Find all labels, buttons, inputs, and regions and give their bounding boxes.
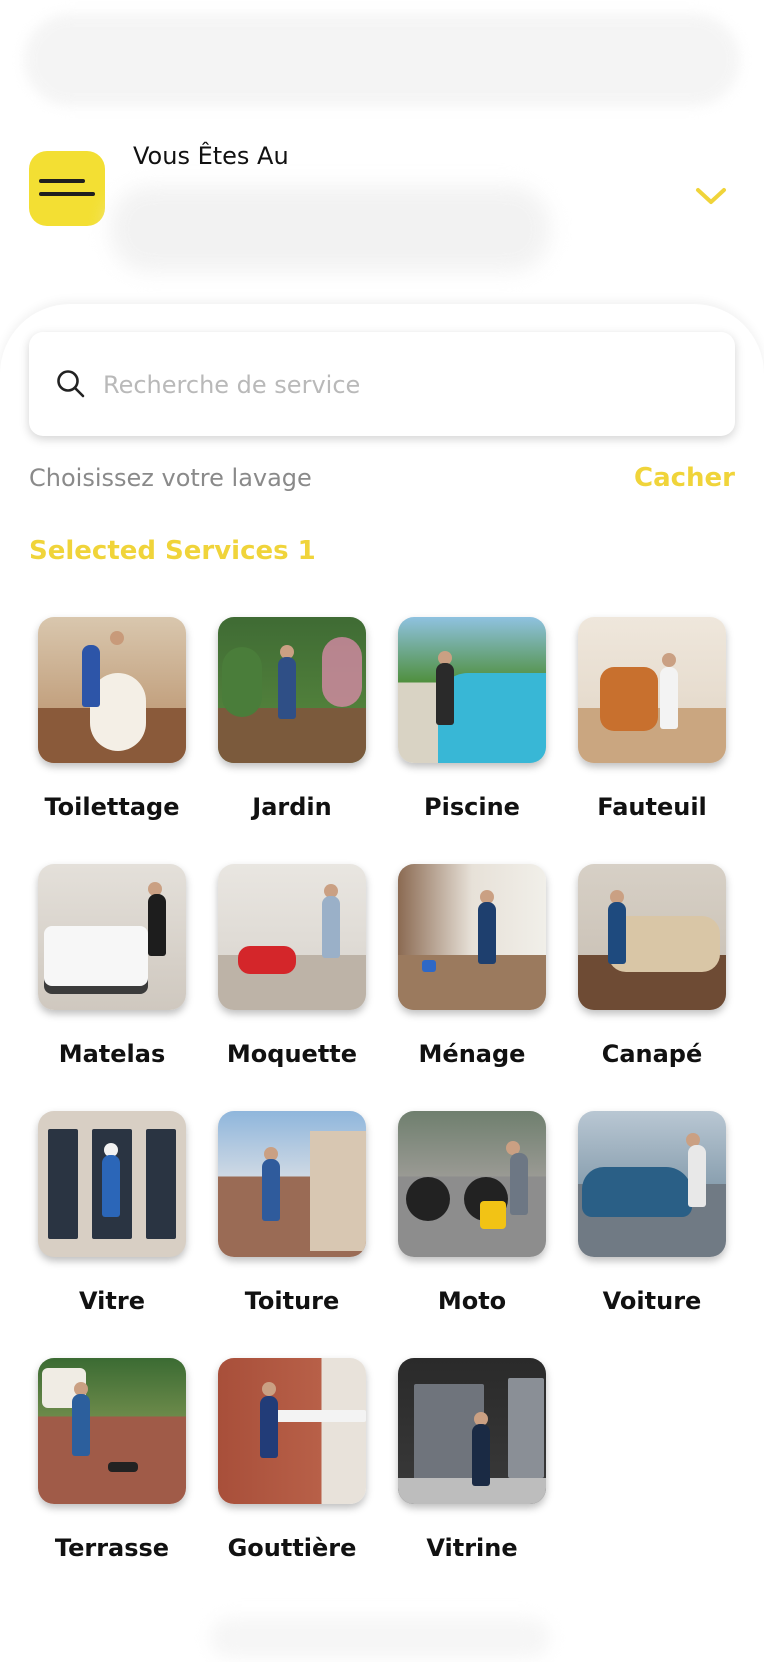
- service-label: Moquette: [226, 1040, 358, 1068]
- mattress-photo: [38, 864, 186, 1010]
- service-tile-vitre[interactable]: Vitre: [21, 1111, 201, 1358]
- service-label: Ménage: [418, 1040, 526, 1068]
- service-label: Vitre: [79, 1287, 145, 1315]
- service-tile-fauteuil[interactable]: Fauteuil: [561, 617, 741, 864]
- service-tile-toiture[interactable]: Toiture: [201, 1111, 381, 1358]
- service-tile-menage[interactable]: Ménage: [381, 864, 561, 1111]
- service-tile-moquette[interactable]: Moquette: [201, 864, 381, 1111]
- service-label: Terrasse: [54, 1534, 170, 1562]
- service-label: Jardin: [252, 793, 332, 821]
- search-icon: [57, 370, 85, 398]
- service-tile-terrasse[interactable]: Terrasse: [21, 1358, 201, 1605]
- service-label: Gouttière: [227, 1534, 357, 1562]
- search-bar[interactable]: [29, 332, 735, 436]
- status-bar-blurred: [24, 14, 740, 106]
- carpet-photo: [218, 864, 366, 1010]
- service-label: Voiture: [602, 1287, 702, 1315]
- location-label: Vous Êtes Au: [133, 142, 289, 170]
- service-tile-toilettage[interactable]: Toilettage: [21, 617, 201, 864]
- grooming-dog-photo: [38, 617, 186, 763]
- motorcycle-photo: [398, 1111, 546, 1257]
- services-grid: Toilettage Jardin Piscine Fauteuil Matel…: [21, 617, 741, 1605]
- terrace-photo: [38, 1358, 186, 1504]
- service-tile-vitrine[interactable]: Vitrine: [381, 1358, 561, 1605]
- service-label: Canapé: [601, 1040, 703, 1068]
- service-label: Matelas: [58, 1040, 166, 1068]
- service-tile-voiture[interactable]: Voiture: [561, 1111, 741, 1358]
- search-input[interactable]: [101, 358, 705, 412]
- service-label: Toiture: [244, 1287, 340, 1315]
- service-label: Vitrine: [426, 1534, 518, 1562]
- pool-photo: [398, 617, 546, 763]
- service-tile-piscine[interactable]: Piscine: [381, 617, 561, 864]
- car-photo: [578, 1111, 726, 1257]
- location-value-blurred[interactable]: [110, 186, 550, 272]
- sofa-photo: [578, 864, 726, 1010]
- housekeeping-photo: [398, 864, 546, 1010]
- window-photo: [38, 1111, 186, 1257]
- garden-photo: [218, 617, 366, 763]
- service-tile-canape[interactable]: Canapé: [561, 864, 741, 1111]
- gutter-photo: [218, 1358, 366, 1504]
- service-tile-matelas[interactable]: Matelas: [21, 864, 201, 1111]
- choose-wash-label: Choisissez votre lavage: [29, 464, 312, 492]
- menu-icon: [39, 179, 85, 183]
- menu-button[interactable]: [29, 151, 105, 226]
- shopfront-photo: [398, 1358, 546, 1504]
- hide-button[interactable]: Cacher: [634, 463, 735, 493]
- roof-photo: [218, 1111, 366, 1257]
- service-label: Piscine: [424, 793, 520, 821]
- service-tile-jardin[interactable]: Jardin: [201, 617, 381, 864]
- selected-services-count: Selected Services 1: [29, 536, 316, 566]
- service-tile-gouttiere[interactable]: Gouttière: [201, 1358, 381, 1605]
- menu-icon-line: [39, 192, 95, 196]
- service-tile-moto[interactable]: Moto: [381, 1111, 561, 1358]
- armchair-photo: [578, 617, 726, 763]
- service-label: Fauteuil: [597, 793, 707, 821]
- home-indicator: [210, 1618, 550, 1658]
- chevron-down-icon[interactable]: [694, 186, 728, 206]
- service-label: Toilettage: [44, 793, 180, 821]
- service-label: Moto: [437, 1287, 507, 1315]
